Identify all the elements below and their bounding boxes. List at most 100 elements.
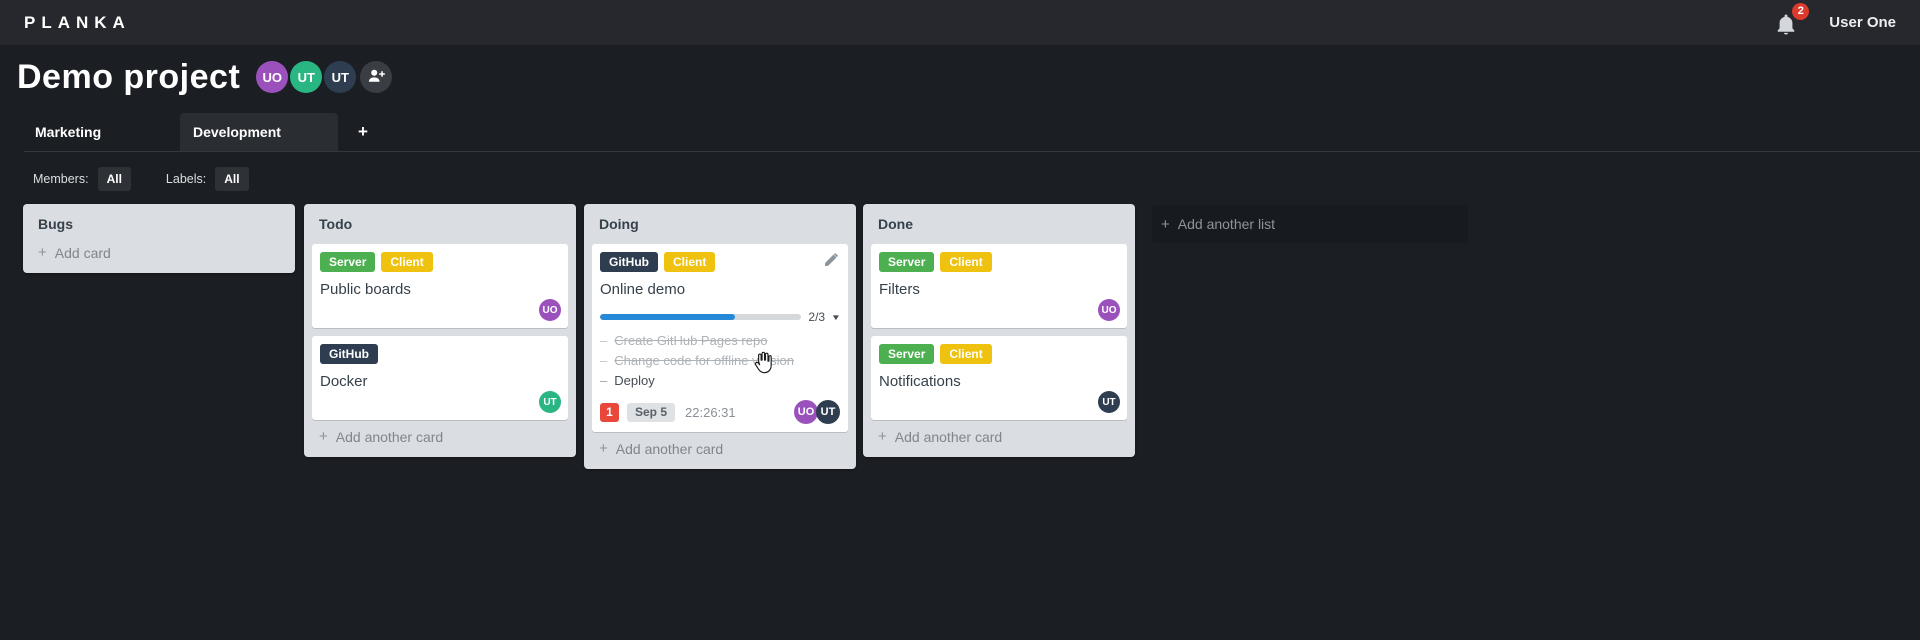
add-card-button[interactable]: + Add another card [319, 428, 561, 445]
add-card-button[interactable]: + Add another card [878, 428, 1120, 445]
notifications-count-badge: 2 [1792, 2, 1810, 20]
board-list-doing: Doing GitHub Client Online demo 2/3 ▼ – Create … [584, 204, 856, 469]
list-title[interactable]: Bugs [38, 216, 280, 232]
card-member-avatars: UO UT [794, 400, 840, 424]
task-item[interactable]: – Deploy [600, 371, 840, 391]
tab-development[interactable]: Development [180, 113, 338, 151]
card-member-avatar[interactable]: UO [539, 299, 561, 321]
card-labels: GitHub Client [600, 252, 840, 272]
edit-card-icon[interactable] [823, 253, 838, 273]
list-title[interactable]: Todo [319, 216, 561, 232]
planka-logo[interactable]: PLANKA [24, 13, 131, 33]
add-user-icon [367, 68, 386, 87]
card-labels: Server Client [879, 344, 1119, 364]
progress-bar-fill [600, 314, 735, 320]
card-meta: 1 Sep 5 22:26:31 UO UT [600, 400, 840, 424]
card-labels: GitHub [320, 344, 560, 364]
card-title: Notifications [879, 373, 961, 390]
card[interactable]: GitHub Client Online demo 2/3 ▼ – Create GitHu… [592, 244, 848, 432]
card[interactable]: Server Client Public boards UO [312, 244, 568, 328]
members-filter-value[interactable]: All [97, 167, 131, 191]
card-label[interactable]: Server [879, 252, 935, 272]
add-card-label: Add card [54, 244, 111, 261]
add-card-button[interactable]: + Add another card [599, 440, 841, 457]
task-dash: – [600, 353, 608, 368]
list-title[interactable]: Doing [599, 216, 841, 232]
board-list-done: Done Server Client Filters UO Server Client Not… [863, 204, 1135, 457]
task-text: Deploy [614, 373, 655, 388]
topbar-right: 2 User One [1775, 2, 1896, 37]
card-label[interactable]: Client [381, 252, 433, 272]
add-member-button[interactable] [360, 61, 393, 93]
task-dash: – [600, 373, 608, 388]
add-board-button[interactable]: + [346, 113, 380, 151]
card-labels: Server Client [879, 252, 1119, 272]
card-label[interactable]: Server [320, 252, 376, 272]
card-member-avatars: UO [1098, 299, 1120, 321]
card-member-avatar[interactable]: UO [1098, 299, 1120, 321]
card-label[interactable]: Client [940, 344, 992, 364]
card-label[interactable]: GitHub [600, 252, 658, 272]
card-member-avatars: UT [1098, 391, 1120, 413]
add-list-button[interactable]: + Add another list [1152, 205, 1468, 243]
add-card-label: Add another card [894, 428, 1003, 445]
labels-filter-value[interactable]: All [215, 167, 249, 191]
plus-icon: + [878, 428, 887, 445]
timer-badge[interactable]: 22:26:31 [685, 405, 736, 420]
labels-filter-label: Labels: [165, 172, 207, 186]
card-title: Public boards [320, 281, 411, 298]
card-labels: Server Client [320, 252, 560, 272]
board-list-todo: Todo Server Client Public boards UO GitHub Doc… [304, 204, 576, 457]
user-menu[interactable]: User One [1829, 14, 1896, 31]
card-label[interactable]: Client [940, 252, 992, 272]
card[interactable]: Server Client Filters UO [871, 244, 1127, 328]
card-title: Online demo [600, 281, 686, 298]
board-list-bugs: Bugs + Add card [23, 204, 295, 273]
card-member-avatar[interactable]: UO [794, 400, 818, 424]
tabs-divider [24, 151, 1920, 152]
add-card-button[interactable]: + Add card [38, 244, 280, 261]
card-member-avatar[interactable]: UT [539, 391, 561, 413]
project-member-avatar[interactable]: UT [324, 61, 357, 93]
notifications-button[interactable]: 2 [1775, 2, 1810, 37]
task-item[interactable]: – Create GitHub Pages repo [600, 331, 840, 351]
members-filter-label: Members: [33, 172, 89, 186]
task-text: Create GitHub Pages repo [614, 333, 768, 348]
card-member-avatars: UO [539, 299, 561, 321]
due-date-badge[interactable]: Sep 5 [627, 402, 676, 422]
board-tabs: Marketing Development + [22, 113, 380, 151]
card-label[interactable]: Client [664, 252, 716, 272]
project-header: Demo project UO UT UT [0, 45, 393, 109]
topbar: PLANKA 2 User One [0, 0, 1920, 45]
card[interactable]: GitHub Docker UT [312, 336, 568, 420]
card[interactable]: Server Client Notifications UT [871, 336, 1127, 420]
plus-icon: + [1161, 215, 1170, 233]
tab-marketing[interactable]: Marketing [22, 113, 180, 151]
chevron-down-icon[interactable]: ▼ [831, 313, 841, 322]
card-member-avatar[interactable]: UT [816, 400, 840, 424]
filter-bar: Members: All Labels: All [33, 166, 249, 192]
plus-icon: + [38, 244, 47, 261]
task-item[interactable]: – Change code for offline version [600, 351, 840, 371]
card-label[interactable]: GitHub [320, 344, 378, 364]
progress-bar [600, 314, 802, 320]
card-title: Filters [879, 281, 920, 298]
add-card-label: Add another card [335, 428, 444, 445]
card-notifications-badge: 1 [600, 402, 619, 422]
project-member-avatar[interactable]: UO [256, 61, 289, 93]
card-label[interactable]: Server [879, 344, 935, 364]
progress-count: 2/3 [808, 310, 826, 324]
add-list-label: Add another list [1177, 216, 1276, 232]
card-title: Docker [320, 373, 368, 390]
task-dash: – [600, 333, 608, 348]
task-progress: 2/3 ▼ [600, 310, 841, 324]
task-text: Change code for offline version [614, 353, 794, 368]
project-member-avatar[interactable]: UT [290, 61, 323, 93]
card-member-avatars: UT [539, 391, 561, 413]
project-member-avatars: UO UT UT [256, 61, 358, 93]
project-title[interactable]: Demo project [17, 58, 240, 97]
list-title[interactable]: Done [878, 216, 1120, 232]
add-card-label: Add another card [615, 440, 724, 457]
card-member-avatar[interactable]: UT [1098, 391, 1120, 413]
plus-icon: + [319, 428, 328, 445]
